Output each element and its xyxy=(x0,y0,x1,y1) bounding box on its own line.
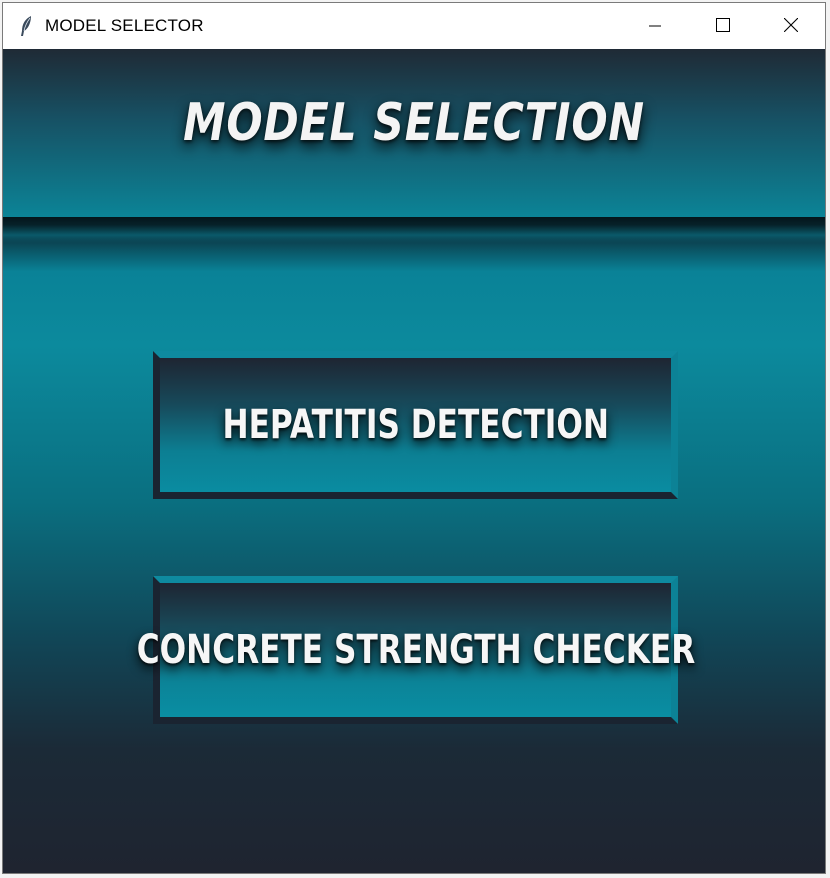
page-title: MODEL SELECTION xyxy=(183,93,645,153)
header-divider xyxy=(3,217,825,243)
close-icon xyxy=(783,17,799,36)
minimize-icon xyxy=(649,17,661,36)
concrete-strength-checker-button[interactable]: CONCRETE STRENGTH CHECKER xyxy=(136,576,695,724)
feather-icon xyxy=(17,15,35,37)
app-window: MODEL SELECTOR MODEL SELECTION HEPATITIS… xyxy=(2,2,826,874)
hepatitis-detection-label: HEPATITIS DETECTION xyxy=(222,402,609,448)
window-controls xyxy=(621,3,825,49)
maximize-icon xyxy=(716,17,730,36)
window-title: MODEL SELECTOR xyxy=(45,16,204,35)
close-button[interactable] xyxy=(757,3,825,49)
concrete-strength-checker-label: CONCRETE STRENGTH CHECKER xyxy=(136,627,695,673)
minimize-button[interactable] xyxy=(621,3,689,49)
app-canvas: MODEL SELECTION HEPATITIS DETECTION CONC… xyxy=(3,49,825,873)
maximize-button[interactable] xyxy=(689,3,757,49)
title-bar[interactable]: MODEL SELECTOR xyxy=(3,3,825,49)
hepatitis-detection-button[interactable]: HEPATITIS DETECTION xyxy=(153,351,678,499)
